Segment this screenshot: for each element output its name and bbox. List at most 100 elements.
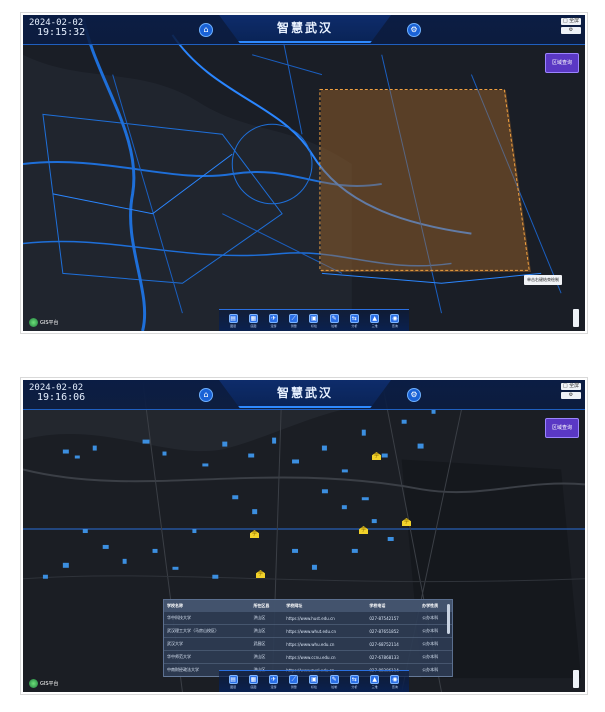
tool-query[interactable]: ◉ 查询 xyxy=(390,674,400,689)
tool-3d[interactable]: ▲ 三维 xyxy=(370,674,380,689)
fullscreen-button[interactable]: □ 全屏 xyxy=(561,18,581,25)
table-cell: 027-87542157 xyxy=(366,612,420,625)
table-row[interactable]: 华中师范大学 洪山区 https://www.ccnu.edu.cn 027-6… xyxy=(164,650,452,664)
table-cell: 027-67868133 xyxy=(366,650,420,664)
table-row[interactable]: 武汉大学 武昌区 https://www.whu.edu.cn 027-6875… xyxy=(164,637,452,651)
basemap-icon: ▦ xyxy=(248,313,258,323)
table-cell: 公办本科 xyxy=(419,650,452,664)
layers-icon: ▤ xyxy=(228,674,238,684)
region-query-button[interactable]: 区域查询 xyxy=(545,418,579,438)
zoom-control[interactable] xyxy=(573,309,579,327)
bottom-toolbar: ▤ 图层 ▦ 底图 ✈ 漫游 ⟋ 测量 ▣ 标绘 ✎ 绘制 ⇆ 分析 ▲ 三维 ◉ 查询 xyxy=(219,670,409,692)
table-cell: 华中师范大学 xyxy=(164,650,251,664)
table-cell: 洪山区 xyxy=(250,650,284,664)
header: 智慧武汉 2024-02-02 19:15:32 ⌂ ⚙ □ 全屏 ⚙ xyxy=(23,15,585,45)
datetime: 2024-02-02 19:16:06 xyxy=(29,383,85,403)
column-header: 学校网址 xyxy=(283,600,367,612)
title-bar: 智慧武汉 xyxy=(219,15,391,43)
table-cell: 武汉大学 xyxy=(164,637,251,651)
table-cell[interactable]: https://www.whu.edu.cn xyxy=(283,637,367,651)
tool-basemap[interactable]: ▦ 底图 xyxy=(248,674,258,689)
basemap-icon: ▦ xyxy=(248,674,258,684)
map-view[interactable]: 学 学 学 学 学 智慧武汉 2024-02-02 19:16:06 ⌂ ⚙ □… xyxy=(23,380,585,692)
page-title: 智慧武汉 xyxy=(276,386,333,400)
home-icon[interactable]: ⌂ xyxy=(199,388,213,402)
window-tools: □ 全屏 ⚙ xyxy=(561,383,581,401)
screenshot-2: 学 学 学 学 学 智慧武汉 2024-02-02 19:16:06 ⌂ ⚙ □… xyxy=(20,377,588,695)
time-text: 19:15:32 xyxy=(37,27,86,38)
table-cell: 武汉理工大学（马房山校区） xyxy=(164,624,251,638)
gear-icon[interactable]: ⚙ xyxy=(407,388,421,402)
tool-basemap[interactable]: ▦ 底图 xyxy=(248,313,258,328)
tool-analysis[interactable]: ⇆ 分析 xyxy=(349,674,359,689)
table-cell: 武昌区 xyxy=(250,637,284,651)
globe-icon xyxy=(29,318,38,327)
analysis-icon: ⇆ xyxy=(349,674,359,684)
column-header: 所在区县 xyxy=(250,600,284,612)
logo: GIS平台 xyxy=(29,318,59,327)
settings-button[interactable]: ⚙ xyxy=(561,392,581,399)
ruler-icon: ⟋ xyxy=(289,313,299,323)
selection-outline xyxy=(319,89,530,271)
table-cell: 洪山区 xyxy=(250,612,284,625)
screenshot-1: 单击右键结束绘制 智慧武汉 2024-02-02 19:15:32 ⌂ ⚙ □ … xyxy=(20,12,588,334)
bottom-toolbar: ▤ 图层 ▦ 底图 ✈ 漫游 ⟋ 测量 ▣ 标绘 ✎ 绘制 ⇆ 分析 ▲ 三维 ◉ 查询 xyxy=(219,309,409,331)
column-header: 学校名称 xyxy=(164,600,251,612)
time-text: 19:16:06 xyxy=(37,392,86,403)
analysis-icon: ⇆ xyxy=(349,313,359,323)
page-title: 智慧武汉 xyxy=(276,21,333,35)
query-icon: ◉ xyxy=(390,674,400,684)
gear-icon[interactable]: ⚙ xyxy=(407,23,421,37)
tool-3d[interactable]: ▲ 三维 xyxy=(370,313,380,328)
plot-icon: ▣ xyxy=(309,674,319,684)
table-cell: 公办本科 xyxy=(419,663,452,677)
plot-icon: ▣ xyxy=(309,313,319,323)
header: 智慧武汉 2024-02-02 19:16:06 ⌂ ⚙ □ 全屏 ⚙ xyxy=(23,380,585,410)
table-cell: 公办本科 xyxy=(419,637,452,651)
tool-measure[interactable]: ⟋ 测量 xyxy=(289,313,299,328)
tool-plot[interactable]: ▣ 标绘 xyxy=(309,674,319,689)
title-bar: 智慧武汉 xyxy=(219,380,391,408)
tool-layers[interactable]: ▤ 图层 xyxy=(228,674,238,689)
tool-roam[interactable]: ✈ 漫游 xyxy=(269,313,279,328)
table-header-row: 学校名称 所在区县 学校网址 学校电话 办学性质 xyxy=(164,600,452,612)
tool-plot[interactable]: ▣ 标绘 xyxy=(309,313,319,328)
results-table: 学校名称 所在区县 学校网址 学校电话 办学性质 华中科技大学 洪山区 http… xyxy=(164,600,452,677)
tool-layers[interactable]: ▤ 图层 xyxy=(228,313,238,328)
region-query-button[interactable]: 区域查询 xyxy=(545,53,579,73)
roam-icon: ✈ xyxy=(269,674,279,684)
table-cell: 027-87651852 xyxy=(366,624,420,638)
panel-scrollbar[interactable] xyxy=(447,604,450,634)
tool-analysis[interactable]: ⇆ 分析 xyxy=(349,313,359,328)
tool-draw[interactable]: ✎ 绘制 xyxy=(329,674,339,689)
table-cell[interactable]: https://www.whut.edu.cn xyxy=(283,624,367,638)
tool-query[interactable]: ◉ 查询 xyxy=(390,313,400,328)
logo: GIS平台 xyxy=(29,679,59,688)
draw-icon: ✎ xyxy=(329,313,339,323)
cube-icon: ▲ xyxy=(370,674,380,684)
tool-measure[interactable]: ⟋ 测量 xyxy=(289,674,299,689)
settings-button[interactable]: ⚙ xyxy=(561,27,581,34)
column-header: 学校电话 xyxy=(366,600,420,612)
table-row[interactable]: 武汉理工大学（马房山校区） 洪山区 https://www.whut.edu.c… xyxy=(164,624,452,638)
window-tools: □ 全屏 ⚙ xyxy=(561,18,581,36)
school-results-panel: 学校名称 所在区县 学校网址 学校电话 办学性质 华中科技大学 洪山区 http… xyxy=(163,599,453,677)
query-icon: ◉ xyxy=(390,313,400,323)
globe-icon xyxy=(29,679,38,688)
home-icon[interactable]: ⌂ xyxy=(199,23,213,37)
tool-roam[interactable]: ✈ 漫游 xyxy=(269,674,279,689)
draw-tooltip: 单击右键结束绘制 xyxy=(524,275,562,285)
table-cell[interactable]: https://www.ccnu.edu.cn xyxy=(283,650,367,664)
draw-icon: ✎ xyxy=(329,674,339,684)
map-view[interactable]: 单击右键结束绘制 智慧武汉 2024-02-02 19:15:32 ⌂ ⚙ □ … xyxy=(23,15,585,331)
table-cell: 洪山区 xyxy=(250,624,284,638)
table-cell[interactable]: https://www.hust.edu.cn xyxy=(283,612,367,625)
zoom-control[interactable] xyxy=(573,670,579,688)
ruler-icon: ⟋ xyxy=(289,674,299,684)
tool-draw[interactable]: ✎ 绘制 xyxy=(329,313,339,328)
fullscreen-button[interactable]: □ 全屏 xyxy=(561,383,581,390)
table-cell: 027-68752114 xyxy=(366,637,420,651)
cube-icon: ▲ xyxy=(370,313,380,323)
table-row[interactable]: 华中科技大学 洪山区 https://www.hust.edu.cn 027-8… xyxy=(164,612,452,625)
roam-icon: ✈ xyxy=(269,313,279,323)
